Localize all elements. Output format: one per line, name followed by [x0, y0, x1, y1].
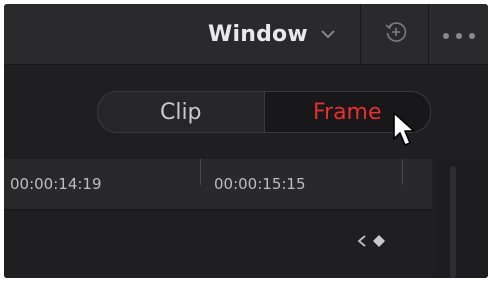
clip-mode-button[interactable]: Clip — [98, 92, 265, 132]
toolbar-divider — [428, 4, 429, 64]
more-dots-icon — [442, 25, 476, 44]
app-window: Window Clip Frame 00:00:14:19 00:00:15:1… — [4, 4, 488, 278]
timecode-ruler[interactable]: 00:00:14:19 00:00:15:15 — [4, 159, 432, 210]
keyframe-diamond-icon[interactable] — [372, 233, 386, 252]
chevron-down-icon — [318, 24, 338, 44]
cursor-pointer-icon — [392, 111, 418, 149]
timecode-label: 00:00:14:19 — [10, 175, 102, 193]
toolbar-divider — [360, 4, 361, 64]
keyframe-prev-icon[interactable] — [356, 233, 368, 252]
ruler-tick — [200, 159, 201, 185]
clip-mode-label: Clip — [159, 99, 202, 125]
history-icon — [383, 19, 409, 49]
keyframe-navigation — [356, 233, 386, 252]
window-menu-label: Window — [208, 21, 308, 47]
clip-frame-toggle: Clip Frame — [97, 91, 431, 133]
history-button[interactable] — [364, 4, 428, 64]
frame-mode-label: Frame — [312, 99, 382, 125]
window-menu[interactable]: Window — [208, 4, 358, 64]
scrollbar-thumb[interactable] — [450, 166, 456, 278]
top-toolbar: Window — [4, 4, 488, 65]
more-options-button[interactable] — [430, 4, 488, 64]
scrollbar-track[interactable] — [436, 159, 488, 278]
timecode-label: 00:00:15:15 — [214, 175, 306, 193]
ruler-tick — [402, 159, 403, 185]
